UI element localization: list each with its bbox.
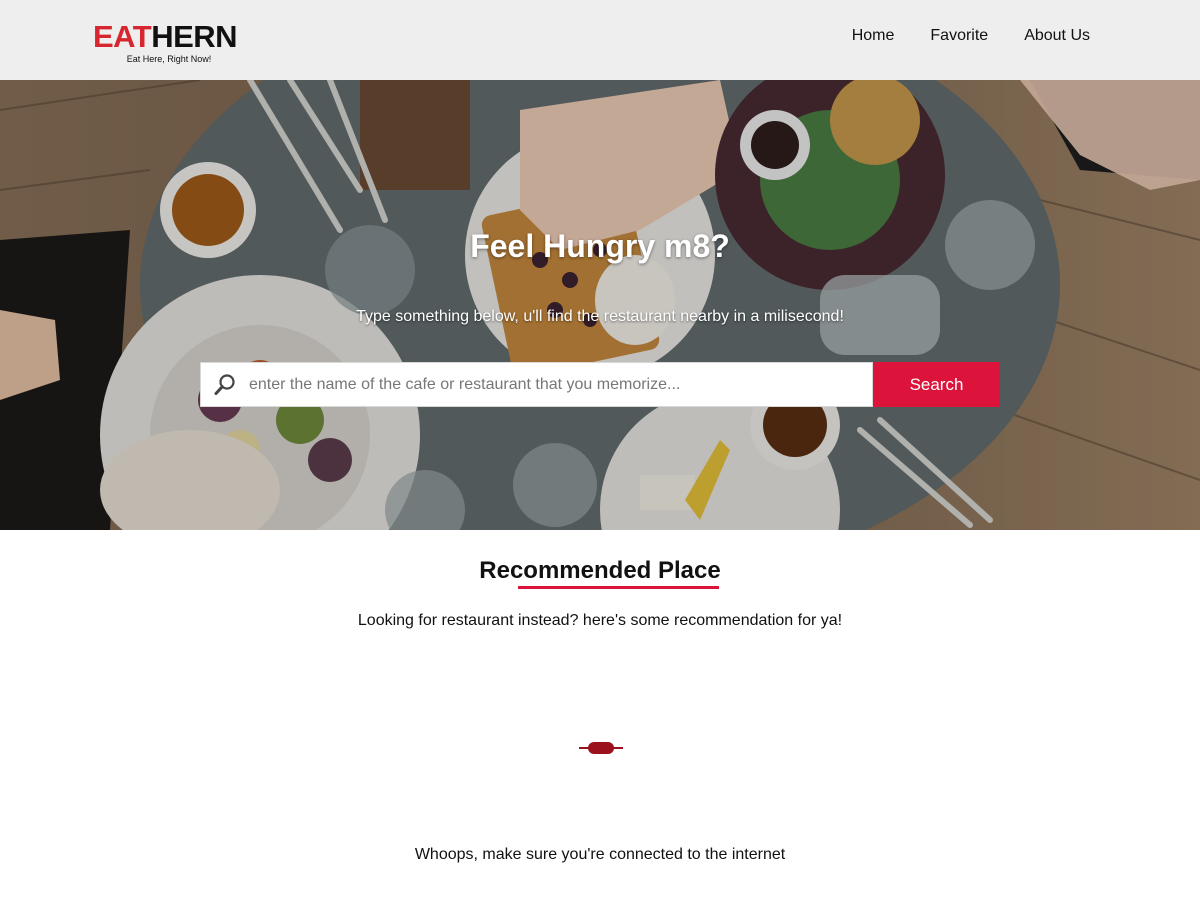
main-nav: Home Favorite About Us (852, 27, 1090, 45)
nav-favorite-link[interactable]: Favorite (930, 27, 988, 45)
title-underline (518, 586, 719, 589)
search-input[interactable] (249, 363, 864, 406)
search-icon (214, 374, 235, 395)
logo-part-eat: EAT (93, 19, 152, 54)
search-bar: Search (200, 362, 1000, 407)
hero-title: Feel Hungry m8? (470, 228, 730, 264)
logo-wordmark: EATHERN (93, 20, 245, 54)
recommended-title: Recommended Place (479, 557, 721, 584)
hero-overlay (0, 80, 1200, 530)
search-field[interactable] (200, 362, 873, 407)
brand-logo[interactable]: EATHERN Eat Here, Right Now! (93, 20, 245, 65)
recommended-subtitle: Looking for restaurant instead? here's s… (357, 612, 843, 629)
brand-tagline: Eat Here, Right Now! (126, 54, 212, 64)
connection-error-message: Whoops, make sure you're connected to th… (414, 846, 786, 863)
nav-home-link[interactable]: Home (852, 27, 895, 45)
loading-spinner-icon (579, 742, 623, 754)
hero-banner: Feel Hungry m8? Type something below, u'… (0, 80, 1200, 530)
hero-subtitle: Type something below, u'll find the rest… (356, 308, 844, 325)
logo-part-hern: HERN (151, 19, 238, 54)
nav-about-us-link[interactable]: About Us (1024, 27, 1090, 45)
top-navbar: EATHERN Eat Here, Right Now! Home Favori… (0, 0, 1200, 80)
search-button[interactable]: Search (873, 362, 1000, 407)
